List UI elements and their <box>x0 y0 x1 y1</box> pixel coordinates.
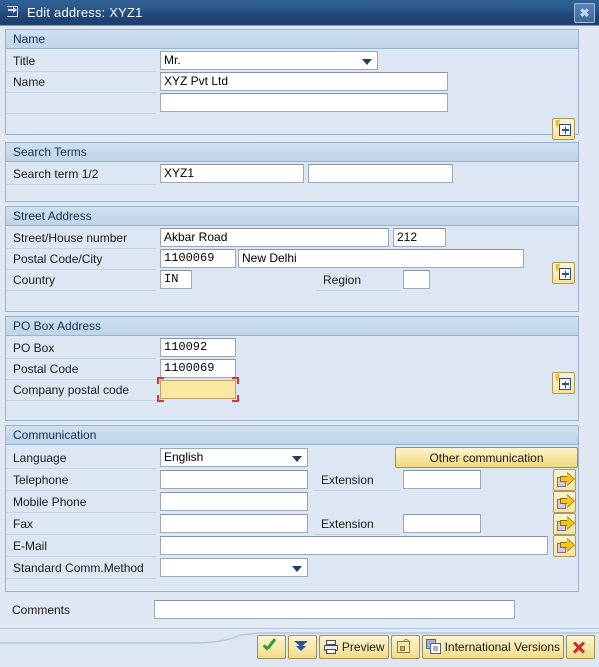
email-detail-button[interactable] <box>553 535 576 557</box>
label-po-box: PO Box <box>6 338 156 359</box>
city-input[interactable]: New Delhi <box>238 249 524 268</box>
label-search-term: Search term 1/2 <box>6 164 156 185</box>
label-street: Street/House number <box>6 228 156 249</box>
name2-input[interactable] <box>160 93 448 112</box>
street-input[interactable]: Akbar Road <box>160 228 389 247</box>
comments-row: Comments <box>5 600 579 622</box>
region-input[interactable] <box>403 270 430 289</box>
arrow-right-icon <box>557 471 575 488</box>
preview-label: Preview <box>341 640 385 654</box>
search-term-2-input[interactable] <box>308 164 453 183</box>
po-box-input[interactable]: 110092 <box>160 338 236 357</box>
po-postal-code-input[interactable]: 1100069 <box>160 359 236 378</box>
label-name2 <box>6 93 156 114</box>
chevron-down-icon <box>292 456 302 462</box>
continue-button[interactable] <box>256 635 286 659</box>
panel-street-address: Street Address Street/House number Akbar… <box>5 206 579 312</box>
arrow-right-icon <box>557 537 575 554</box>
standard-comm-method-dropdown[interactable] <box>160 558 308 577</box>
house-number-input[interactable]: 212 <box>393 228 446 247</box>
label-language: Language <box>6 448 156 469</box>
label-company-postal-code: Company postal code <box>6 380 156 401</box>
company-postal-code-focus-frame <box>157 377 239 402</box>
label-standard-comm-method: Standard Comm.Method <box>6 558 156 579</box>
comments-input[interactable] <box>154 600 515 619</box>
label-postal-city: Postal Code/City <box>6 249 156 270</box>
window-titlebar: Edit address: XYZ1 ✖ <box>0 0 599 26</box>
printer-icon <box>323 639 339 655</box>
label-mobile-phone: Mobile Phone <box>6 492 156 513</box>
mobile-detail-button[interactable] <box>553 491 576 513</box>
name-input[interactable]: XYZ Pvt Ltd <box>160 72 448 91</box>
label-region: Region <box>316 270 401 291</box>
language-dropdown[interactable]: English <box>160 448 308 467</box>
arrow-right-icon <box>557 493 575 510</box>
country-input[interactable]: IN <box>160 270 192 289</box>
street-address-create-button[interactable] <box>552 262 575 284</box>
telephone-detail-button[interactable] <box>553 469 576 491</box>
cancel-button[interactable] <box>566 635 595 659</box>
cancel-x-icon <box>571 639 587 655</box>
label-fax: Fax <box>6 514 156 535</box>
check-icon <box>262 639 278 655</box>
preview-button[interactable]: Preview <box>318 635 389 659</box>
create-icon <box>555 119 572 137</box>
label-fax-extension: Extension <box>314 514 400 535</box>
chevron-down-icon <box>362 59 372 65</box>
panel-communication: Communication Language English Other com… <box>5 425 579 592</box>
company-postal-code-input[interactable] <box>160 380 236 399</box>
window-title: Edit address: XYZ1 <box>27 5 143 20</box>
postal-code-input[interactable]: 1100069 <box>160 249 236 268</box>
double-chevron-down-icon <box>293 639 309 655</box>
panel-po-box-header: PO Box Address <box>6 317 578 336</box>
fax-input[interactable] <box>160 514 308 533</box>
label-name: Name <box>6 72 156 93</box>
more-options-button[interactable] <box>287 635 317 659</box>
international-versions-label: International Versions <box>444 640 560 654</box>
label-comments: Comments <box>12 603 71 617</box>
label-email: E-Mail <box>6 536 156 557</box>
language-dropdown-value: English <box>164 450 204 464</box>
arrow-right-icon <box>557 515 575 532</box>
panel-po-box-address: PO Box Address PO Box 110092 Postal Code… <box>5 316 579 421</box>
close-icon[interactable]: ✖ <box>574 3 595 23</box>
fax-detail-button[interactable] <box>553 513 576 535</box>
mobile-phone-input[interactable] <box>160 492 308 511</box>
label-telephone-extension: Extension <box>314 470 400 491</box>
edit-window-icon <box>7 6 21 19</box>
telephone-extension-input[interactable] <box>403 470 481 489</box>
other-communication-button[interactable]: Other communication <box>395 447 578 468</box>
panel-street-address-header: Street Address <box>6 207 578 226</box>
search-term-1-input[interactable]: XYZ1 <box>160 164 304 183</box>
panel-name-header: Name <box>6 30 578 49</box>
lock-button[interactable] <box>390 635 420 659</box>
create-icon <box>555 263 572 281</box>
panel-communication-header: Communication <box>6 426 578 445</box>
international-versions-button[interactable]: International Versions <box>421 635 564 659</box>
panel-search-terms: Search Terms Search term 1/2 XYZ1 <box>5 142 579 202</box>
label-telephone: Telephone <box>6 470 156 491</box>
fax-extension-input[interactable] <box>403 514 481 533</box>
panel-name: Name Title Mr. Name XYZ Pvt Ltd <box>5 29 579 140</box>
international-versions-icon <box>425 639 442 655</box>
telephone-input[interactable] <box>160 470 308 489</box>
lock-icon <box>396 639 412 655</box>
panel-search-terms-header: Search Terms <box>6 143 578 162</box>
label-po-postal-code: Postal Code <box>6 359 156 380</box>
name-create-button[interactable] <box>552 118 575 140</box>
edit-address-dialog: Edit address: XYZ1 ✖ Name Title Mr. Name… <box>0 0 599 667</box>
email-input[interactable] <box>160 536 548 555</box>
chevron-down-icon <box>292 566 302 572</box>
create-icon <box>555 373 572 391</box>
dialog-bottom-bar: Preview International Versions <box>0 628 599 667</box>
title-dropdown[interactable]: Mr. <box>160 51 378 70</box>
label-country: Country <box>6 270 156 291</box>
title-dropdown-value: Mr. <box>164 53 181 67</box>
label-title: Title <box>6 51 156 72</box>
po-box-create-button[interactable] <box>552 372 575 394</box>
dialog-action-buttons: Preview International Versions <box>256 635 595 659</box>
